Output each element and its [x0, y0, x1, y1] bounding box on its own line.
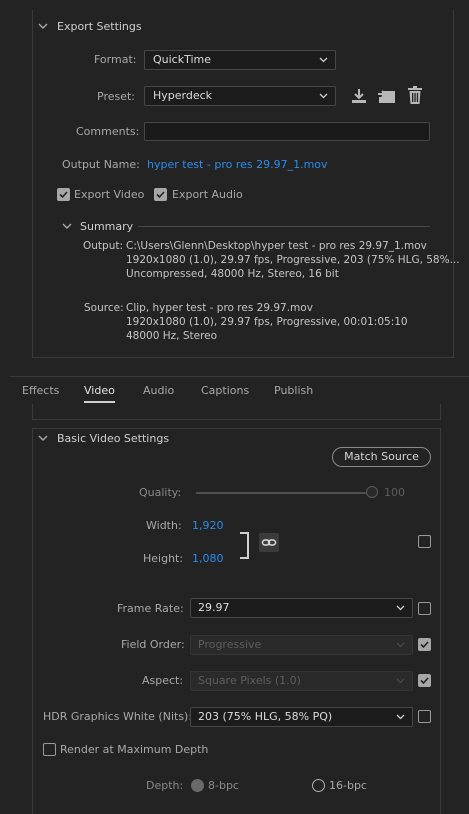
depth-label: Depth:: [146, 779, 184, 792]
chevron-down-icon: [396, 642, 405, 648]
quality-label: Quality:: [139, 486, 182, 499]
depth-16bpc-radio[interactable]: [312, 779, 325, 792]
quality-slider-track[interactable]: [196, 492, 368, 494]
frame-rate-dropdown[interactable]: 29.97: [190, 598, 413, 618]
aspect-dropdown[interactable]: Square Pixels (1.0): [190, 671, 413, 691]
link-bracket: [240, 532, 249, 559]
chevron-down-icon: [319, 93, 328, 99]
preset-dropdown[interactable]: Hyperdeck: [144, 86, 336, 106]
chevron-down-icon: [319, 57, 328, 63]
export-video-checkbox[interactable]: [57, 188, 70, 201]
hdr-graphics-white-dropdown[interactable]: 203 (75% HLG, 58% PQ): [190, 707, 413, 727]
export-audio-label: Export Audio: [172, 188, 243, 201]
constrain-proportions-button[interactable]: [259, 533, 279, 552]
format-dropdown[interactable]: QuickTime: [144, 50, 336, 70]
field-order-value: Progressive: [198, 638, 262, 651]
chevron-down-icon[interactable]: [38, 22, 48, 30]
section-bottom-border: [32, 404, 441, 420]
render-max-depth-checkbox[interactable]: [43, 743, 56, 756]
chevron-down-icon[interactable]: [62, 222, 72, 230]
render-max-depth-label: Render at Maximum Depth: [60, 743, 209, 756]
import-preset-icon[interactable]: [377, 87, 397, 105]
match-source-button[interactable]: Match Source: [332, 447, 431, 467]
summary-source-label: Source:: [84, 302, 124, 314]
tab-publish[interactable]: Publish: [274, 384, 313, 397]
format-value: QuickTime: [153, 53, 212, 66]
depth-8bpc-label: 8-bpc: [208, 779, 239, 792]
aspect-override-checkbox[interactable]: [418, 674, 431, 687]
comments-label: Comments:: [76, 125, 140, 138]
output-name-link[interactable]: hyper test - pro res 29.97_1.mov: [147, 158, 328, 171]
chevron-down-icon: [396, 714, 405, 720]
export-video-label: Export Video: [74, 188, 145, 201]
quality-slider-handle[interactable]: [366, 486, 378, 498]
summary-source-line: 48000 Hz, Stereo: [126, 330, 218, 342]
export-settings-title: Export Settings: [57, 20, 142, 33]
field-order-override-checkbox[interactable]: [418, 638, 431, 651]
format-label: Format:: [94, 53, 137, 66]
tab-effects[interactable]: Effects: [22, 384, 59, 397]
export-audio-checkbox[interactable]: [154, 188, 167, 201]
chain-link-icon: [261, 539, 277, 546]
delete-preset-icon[interactable]: [407, 86, 423, 105]
depth-16bpc-label: 16-bpc: [329, 779, 367, 792]
summary-output-line: C:\Users\Glenn\Desktop\hyper test - pro …: [126, 240, 427, 252]
width-value[interactable]: 1,920: [192, 519, 224, 532]
dimensions-override-checkbox[interactable]: [418, 535, 431, 548]
output-name-label: Output Name:: [62, 158, 140, 171]
hdr-graphics-white-value: 203 (75% HLG, 58% PQ): [198, 710, 333, 723]
depth-8bpc-radio[interactable]: [191, 779, 204, 792]
tab-audio[interactable]: Audio: [143, 384, 174, 397]
summary-title: Summary: [80, 220, 134, 233]
width-label: Width:: [146, 519, 182, 532]
checkmark-icon: [59, 191, 68, 199]
frame-rate-override-checkbox[interactable]: [418, 602, 431, 615]
summary-output-line: Uncompressed, 48000 Hz, Stereo, 16 bit: [126, 268, 339, 280]
preset-value: Hyperdeck: [153, 89, 213, 102]
quality-value: 100: [384, 486, 405, 499]
summary-output-label: Output:: [83, 240, 124, 252]
frame-rate-label: Frame Rate:: [117, 602, 184, 615]
basic-video-title: Basic Video Settings: [57, 432, 170, 445]
basic-video-panel: [32, 428, 441, 814]
aspect-value: Square Pixels (1.0): [198, 674, 301, 687]
field-order-dropdown[interactable]: Progressive: [190, 635, 413, 655]
tab-video[interactable]: Video: [84, 384, 115, 397]
preset-label: Preset:: [97, 90, 136, 103]
height-value[interactable]: 1,080: [192, 552, 224, 565]
summary-source-line: Clip, hyper test - pro res 29.97.mov: [126, 302, 313, 314]
height-label: Height:: [143, 552, 184, 565]
field-order-label: Field Order:: [121, 638, 185, 651]
chevron-down-icon: [396, 605, 405, 611]
save-preset-icon[interactable]: [350, 87, 368, 105]
tab-captions[interactable]: Captions: [201, 384, 249, 397]
checkmark-icon: [156, 191, 165, 199]
aspect-label: Aspect:: [142, 674, 184, 687]
comments-input[interactable]: [144, 122, 430, 141]
active-tab-underline: [84, 401, 115, 403]
checkmark-icon: [420, 641, 429, 649]
summary-divider: [138, 226, 430, 227]
hdr-override-checkbox[interactable]: [418, 710, 431, 723]
summary-source-line: 1920x1080 (1.0), 29.97 fps, Progressive,…: [126, 316, 408, 328]
summary-output-line: 1920x1080 (1.0), 29.97 fps, Progressive,…: [126, 254, 460, 266]
chevron-down-icon: [396, 678, 405, 684]
chevron-down-icon[interactable]: [38, 434, 48, 442]
hdr-graphics-white-label: HDR Graphics White (Nits):: [43, 710, 193, 723]
frame-rate-value: 29.97: [198, 601, 230, 614]
checkmark-icon: [420, 677, 429, 685]
